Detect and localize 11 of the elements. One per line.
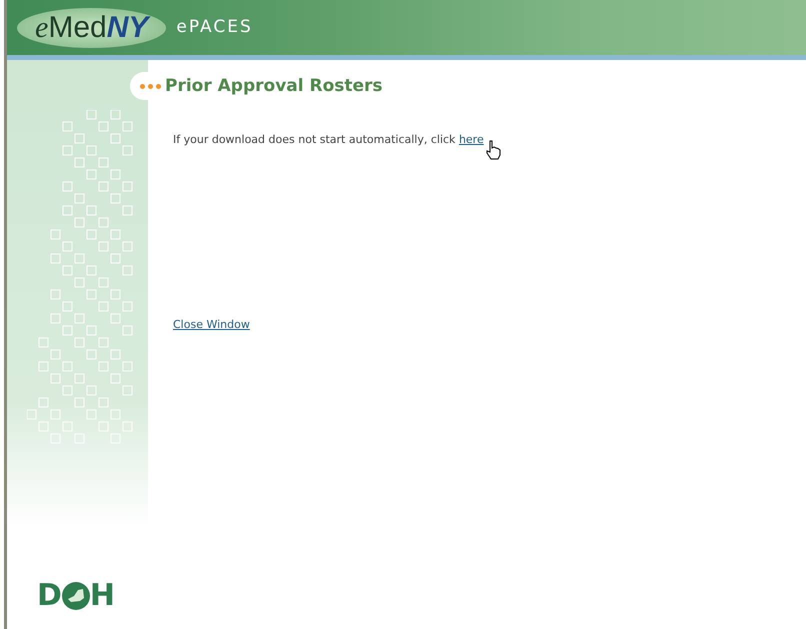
logo-letter: D [37,581,62,611]
download-link[interactable]: here [458,133,484,146]
product-name: ePACES [176,16,253,39]
hand-cursor-icon [485,140,501,160]
dots-icon [140,84,161,89]
page-title: Prior Approval Rosters [165,76,383,96]
logo: eMedNY [17,8,166,48]
close-window-link[interactable]: Close Window [173,316,250,334]
state-map-circle-icon [62,582,90,610]
download-message: If your download does not start automatically, click here [173,132,806,149]
logo-letter: H [90,581,116,611]
